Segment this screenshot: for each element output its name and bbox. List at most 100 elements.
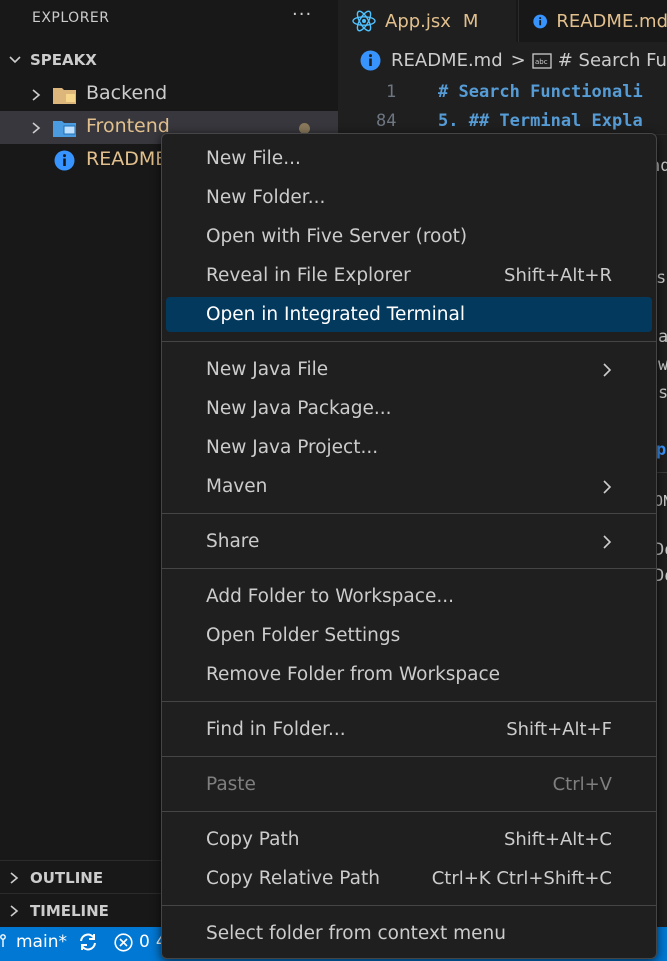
git-branch-icon [0,934,6,947]
chevron-right-icon [603,479,612,494]
info-icon [360,50,381,71]
menu-item-open-five-server[interactable]: Open with Five Server (root) [166,219,652,254]
tree-item-label: README [86,148,168,170]
breadcrumb-separator: > [510,50,526,71]
error-icon [114,932,133,952]
code-line: 5. ## Terminal Expla [438,111,643,131]
tree-item-backend[interactable]: Backend [0,78,338,111]
timeline-label: TIMELINE [30,902,109,920]
code-line: # Search Functionali [438,82,643,102]
menu-item-new-java-package[interactable]: New Java Package... [166,391,652,426]
menu-item-maven[interactable]: Maven [166,469,652,504]
menu-item-label: Remove Folder from Workspace [206,664,501,685]
more-actions-button[interactable]: ··· [292,4,312,25]
menu-item-find-in-folder[interactable]: Find in Folder... Shift+Alt+F [166,712,652,747]
menu-item-shortcut: Ctrl+K Ctrl+Shift+C [431,868,612,889]
menu-item-label: New Folder... [206,187,326,208]
menu-separator [162,513,656,514]
menu-separator [162,568,656,569]
code-fragment: a [658,327,667,347]
menu-item-open-folder-settings[interactable]: Open Folder Settings [166,618,652,653]
menu-item-label: New Java Project... [206,437,379,458]
code-fragment: pp [656,440,667,460]
menu-item-label: Open with Five Server (root) [206,226,468,247]
menu-item-label: New File... [206,148,301,169]
menu-item-label: Paste [206,774,256,795]
code-fragment: s. [656,268,667,288]
menu-item-label: New Java File [206,359,329,380]
timeline-section-header[interactable]: TIMELINE [8,902,109,920]
sync-icon[interactable] [77,932,99,952]
menu-item-new-java-file[interactable]: New Java File [166,352,652,387]
menu-item-label: Add Folder to Workspace... [206,586,454,607]
breadcrumb-symbol[interactable]: # Search Func [558,50,667,71]
line-number: 84 [376,111,397,131]
tab-label: README.md [556,10,667,32]
menu-separator [162,701,656,702]
menu-item-open-in-terminal[interactable]: Open in Integrated Terminal [166,297,652,332]
line-number: 1 [386,82,397,102]
menu-item-label: Find in Folder... [206,719,346,740]
menu-item-label: Maven [206,476,268,497]
context-menu: New File... New Folder... Open with Five… [161,133,657,959]
modified-badge: M [462,10,479,32]
info-icon [533,14,548,28]
menu-item-shortcut: Ctrl+V [552,774,612,795]
menu-item-add-folder-to-workspace[interactable]: Add Folder to Workspace... [166,579,652,614]
problems-status[interactable]: 0 4 [114,932,167,952]
workspace-header[interactable]: SPEAKX [8,51,97,69]
menu-item-label: Reveal in File Explorer [206,265,411,286]
menu-item-label: Share [206,531,260,552]
menu-item-select-folder[interactable]: Select folder from context menu [166,916,652,951]
menu-item-copy-path[interactable]: Copy Path Shift+Alt+C [166,822,652,857]
chevron-right-icon [10,872,19,884]
workspace-name: SPEAKX [30,51,97,69]
menu-item-label: Open in Integrated Terminal [206,304,465,325]
menu-separator [162,341,656,342]
svg-text:abc: abc [535,58,548,66]
chevron-right-icon [32,89,41,101]
chevron-right-icon [10,905,19,917]
folder-icon [53,88,76,104]
outline-section-header[interactable]: OUTLINE [8,869,103,887]
react-icon [352,10,376,32]
menu-separator [162,905,656,906]
branch-status[interactable]: main* [0,932,99,952]
menu-item-new-file[interactable]: New File... [166,141,652,176]
breadcrumb: README.md > abc # Search Func [360,50,667,71]
menu-separator [162,811,656,812]
error-count: 0 [139,932,150,952]
menu-item-share[interactable]: Share [166,524,652,559]
menu-item-label: Open Folder Settings [206,625,401,646]
code-fragment: w [658,355,667,375]
string-symbol-icon: abc [532,52,552,69]
menu-separator [162,756,656,757]
code-fragment: s [658,383,667,403]
menu-item-shortcut: Shift+Alt+C [503,829,612,850]
editor-tab-bar: App.jsx M README.md [338,0,667,42]
menu-item-remove-folder[interactable]: Remove Folder from Workspace [166,657,652,692]
menu-item-shortcut: Shift+Alt+R [504,265,612,286]
info-icon [54,150,75,171]
chevron-right-icon [603,534,612,549]
explorer-title: EXPLORER [32,10,110,26]
chevron-right-icon [603,362,612,377]
breadcrumb-file[interactable]: README.md [391,50,503,71]
menu-item-label: New Java Package... [206,398,392,419]
tab-readme[interactable]: README.md [518,0,667,42]
menu-item-reveal-in-explorer[interactable]: Reveal in File Explorer Shift+Alt+R [166,258,652,293]
chevron-down-icon [9,56,21,64]
folder-client-icon [53,121,76,137]
tab-app-jsx[interactable]: App.jsx M [338,0,516,42]
menu-item-shortcut: Shift+Alt+F [506,719,612,740]
menu-item-label: Copy Relative Path [206,868,380,889]
tab-label: App.jsx [385,10,451,32]
menu-item-new-java-project[interactable]: New Java Project... [166,430,652,465]
branch-name: main* [16,932,67,952]
tree-item-label: Backend [86,82,168,104]
menu-item-new-folder[interactable]: New Folder... [166,180,652,215]
menu-item-label: Select folder from context menu [206,923,506,944]
chevron-right-icon [32,122,41,134]
menu-item-copy-relative-path[interactable]: Copy Relative Path Ctrl+K Ctrl+Shift+C [166,861,652,896]
outline-label: OUTLINE [30,869,104,887]
